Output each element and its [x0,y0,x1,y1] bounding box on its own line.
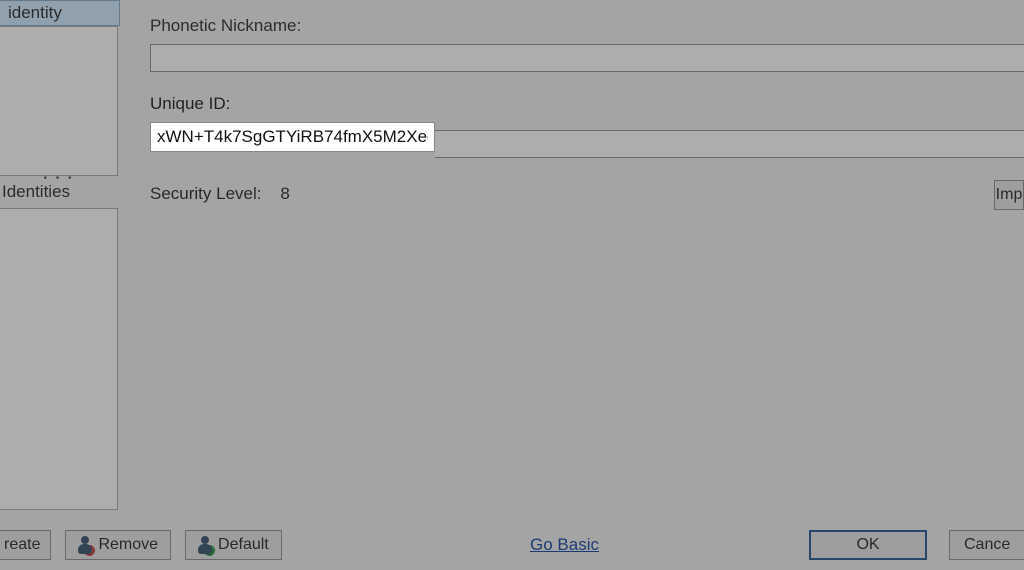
remove-button[interactable]: − Remove [65,530,171,560]
identities-list-panel[interactable] [0,208,118,510]
security-level-label: Security Level: [150,184,262,203]
security-level-value: 8 [280,184,289,203]
phonetic-nickname-label: Phonetic Nickname: [150,16,1024,36]
unique-id-input[interactable] [150,122,435,152]
unique-id-label: Unique ID: [150,94,1024,114]
security-level-row: Security Level: 8 [150,184,290,204]
remove-button-label: Remove [98,536,158,554]
identity-list-item-selected[interactable]: identity [0,0,120,26]
person-default-icon: ✓ [198,536,212,554]
go-basic-link[interactable]: Go Basic [530,535,599,555]
improve-button-label: Imp [996,186,1023,204]
identity-sidebar: identity • • • Identities [0,0,125,520]
improve-button[interactable]: Imp [994,180,1024,210]
identities-label: Identities [0,182,118,202]
create-button[interactable]: reate [0,530,51,560]
identity-item-label: identity [8,3,62,23]
phonetic-nickname-input[interactable] [150,44,1024,72]
cancel-button[interactable]: Cance [949,530,1024,560]
identity-form: Phonetic Nickname: Unique ID: [150,16,1024,174]
check-badge-icon: ✓ [204,545,215,556]
minus-badge-icon: − [84,545,95,556]
cancel-button-label: Cance [964,536,1010,554]
identity-list-panel[interactable] [0,26,118,176]
ok-button-label: OK [856,536,879,554]
default-button[interactable]: ✓ Default [185,530,282,560]
default-button-label: Default [218,536,269,554]
create-button-label: reate [4,536,40,554]
bottom-toolbar: reate − Remove ✓ Default Go Basic OK Can… [0,528,1024,562]
person-remove-icon: − [78,536,92,554]
ok-button[interactable]: OK [809,530,927,560]
identities-section-header: • • • Identities [0,176,118,202]
